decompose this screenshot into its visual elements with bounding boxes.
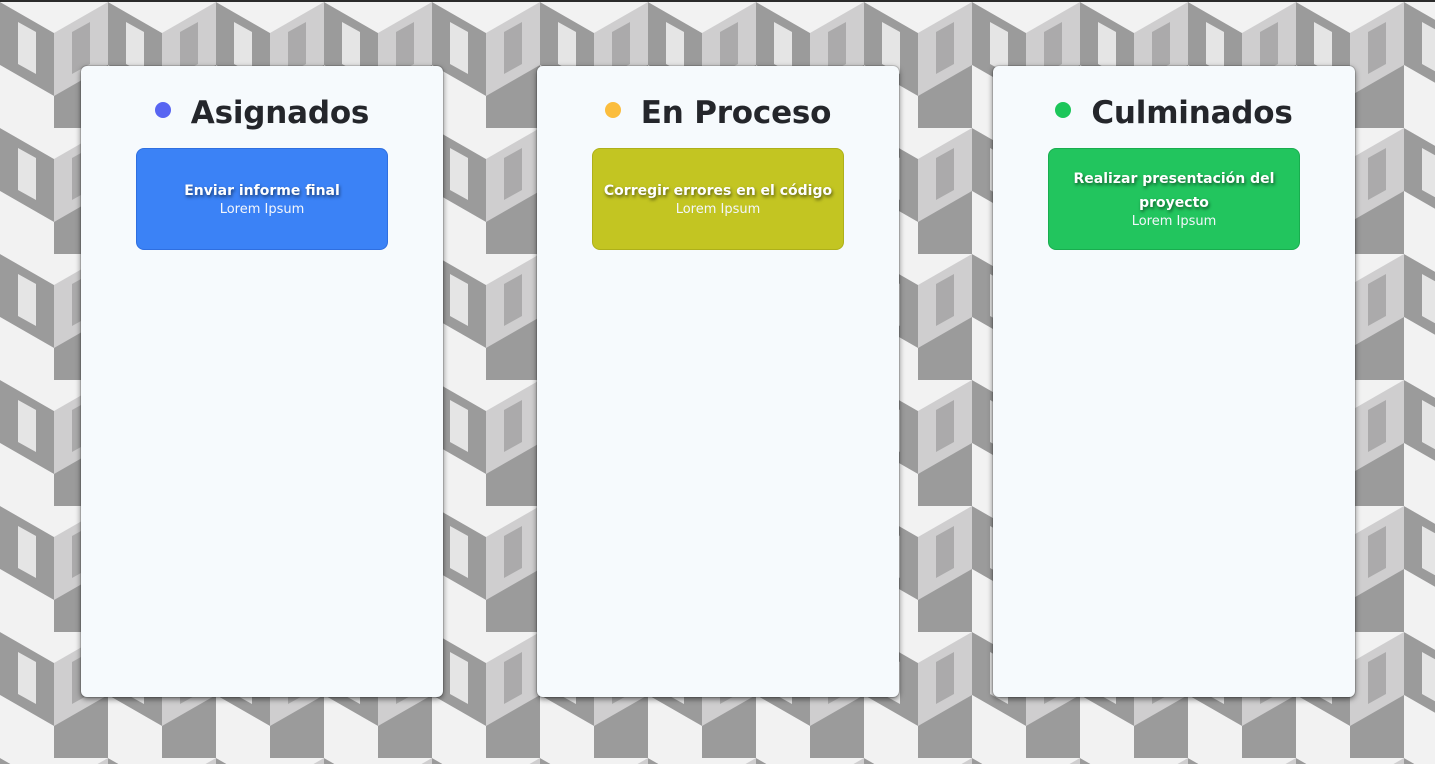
kanban-board: Asignados Enviar informe final Lorem Ips… <box>0 0 1435 764</box>
status-dot-icon <box>154 102 171 118</box>
status-dot-icon <box>604 102 621 118</box>
column-title: Asignados <box>190 95 370 131</box>
task-card[interactable]: Realizar presentación del proyecto Lorem… <box>1048 148 1300 250</box>
task-card-title: Enviar informe final <box>184 183 340 199</box>
task-card-title: Corregir errores en el código <box>603 183 833 199</box>
column-culminados: Culminados Realizar presentación del pro… <box>993 66 1355 697</box>
task-card[interactable]: Corregir errores en el código Lorem Ipsu… <box>592 148 844 250</box>
status-dot-icon <box>1055 102 1072 118</box>
column-header: Asignados <box>81 93 443 133</box>
task-card-subtitle: Lorem Ipsum <box>219 202 305 217</box>
task-card[interactable]: Enviar informe final Lorem Ipsum <box>136 148 388 250</box>
column-en-proceso: En Proceso Corregir errores en el código… <box>537 66 899 697</box>
column-header: En Proceso <box>537 93 899 133</box>
task-card-title: Realizar presentación del proyecto <box>1073 171 1275 211</box>
column-header: Culminados <box>993 93 1355 133</box>
task-card-subtitle: Lorem Ipsum <box>675 202 761 217</box>
column-title: Culminados <box>1091 95 1293 131</box>
column-title: En Proceso <box>640 95 832 131</box>
column-asignados: Asignados Enviar informe final Lorem Ips… <box>81 66 443 697</box>
task-card-subtitle: Lorem Ipsum <box>1131 214 1217 229</box>
